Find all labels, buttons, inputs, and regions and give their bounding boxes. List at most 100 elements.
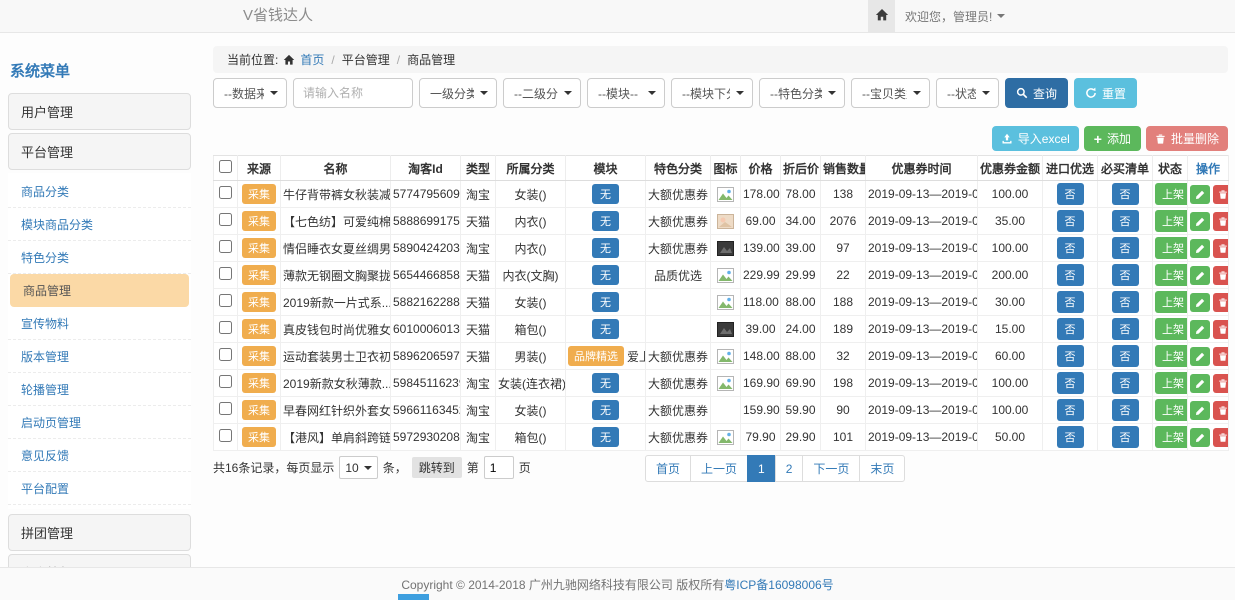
sidebar-item[interactable]: 轮播管理	[8, 373, 191, 406]
row-checkbox[interactable]	[219, 321, 232, 334]
delete-button[interactable]	[1213, 185, 1229, 204]
sidebar-group-header[interactable]: 省惠快报	[8, 554, 191, 567]
must-buy-toggle[interactable]: 否	[1112, 372, 1139, 394]
row-checkbox[interactable]	[219, 240, 232, 253]
import-select-toggle[interactable]: 否	[1057, 183, 1084, 205]
import-select-toggle[interactable]: 否	[1057, 237, 1084, 259]
delete-button[interactable]	[1213, 428, 1229, 447]
per-page-select[interactable]: 10	[339, 456, 377, 479]
sidebar-item[interactable]: 版本管理	[8, 340, 191, 373]
sidebar-group-header[interactable]: 拼团管理	[8, 514, 191, 551]
row-checkbox[interactable]	[219, 186, 232, 199]
import-select-toggle[interactable]: 否	[1057, 345, 1084, 367]
icp-link[interactable]: 粤ICP备16098006号	[724, 576, 833, 593]
status-toggle[interactable]: 上架	[1155, 318, 1188, 340]
page-button[interactable]: 上一页	[690, 455, 748, 482]
breadcrumb-home-link[interactable]: 首页	[300, 51, 324, 68]
status-toggle[interactable]: 上架	[1155, 210, 1188, 232]
delete-button[interactable]	[1213, 374, 1229, 393]
delete-button[interactable]	[1213, 212, 1229, 231]
jump-to-button[interactable]: 跳转到	[412, 457, 462, 478]
edit-button[interactable]	[1190, 293, 1210, 312]
filter-select[interactable]: 一级分类	[419, 78, 497, 108]
batch-delete-button[interactable]: 批量删除	[1146, 126, 1228, 151]
row-checkbox[interactable]	[219, 348, 232, 361]
page-button[interactable]: 1	[747, 455, 776, 482]
import-select-toggle[interactable]: 否	[1057, 399, 1084, 421]
must-buy-toggle[interactable]: 否	[1112, 318, 1139, 340]
must-buy-toggle[interactable]: 否	[1112, 210, 1139, 232]
import-excel-button[interactable]: 导入excel	[992, 126, 1079, 151]
name-search-input[interactable]	[293, 78, 413, 108]
page-button[interactable]: 2	[775, 455, 804, 482]
import-select-toggle[interactable]: 否	[1057, 318, 1084, 340]
sidebar-group-header[interactable]: 用户管理	[8, 93, 191, 130]
status-toggle[interactable]: 上架	[1155, 426, 1188, 448]
edit-button[interactable]	[1190, 401, 1210, 420]
sidebar-item[interactable]: 启动页管理	[8, 406, 191, 439]
filter-select[interactable]: --模块下分类--	[671, 78, 753, 108]
search-button[interactable]: 查询	[1005, 78, 1068, 108]
row-checkbox[interactable]	[219, 375, 232, 388]
page-button[interactable]: 末页	[859, 455, 905, 482]
row-checkbox[interactable]	[219, 402, 232, 415]
add-button[interactable]: + 添加	[1084, 126, 1141, 151]
edit-button[interactable]	[1190, 374, 1210, 393]
edit-button[interactable]	[1190, 212, 1210, 231]
import-select-toggle[interactable]: 否	[1057, 426, 1084, 448]
sidebar-item[interactable]: 商品管理	[10, 274, 189, 307]
select-all-checkbox[interactable]	[219, 160, 232, 173]
row-checkbox[interactable]	[219, 267, 232, 280]
edit-button[interactable]	[1190, 320, 1210, 339]
filter-select[interactable]: --特色分类--	[759, 78, 845, 108]
sidebar-item[interactable]: 商品分类	[8, 175, 191, 208]
import-select-toggle[interactable]: 否	[1057, 210, 1084, 232]
navbar-home-button[interactable]	[868, 0, 895, 32]
page-number-input[interactable]	[484, 456, 514, 479]
row-checkbox[interactable]	[219, 294, 232, 307]
filter-select[interactable]: --模块--	[587, 78, 665, 108]
reset-button[interactable]: 重置	[1074, 78, 1137, 108]
sidebar-item[interactable]: 模块商品分类	[8, 208, 191, 241]
sidebar-item[interactable]: 平台配置	[8, 472, 191, 505]
status-toggle[interactable]: 上架	[1155, 183, 1188, 205]
delete-button[interactable]	[1213, 320, 1229, 339]
filter-select[interactable]: --二级分类--	[503, 78, 581, 108]
status-toggle[interactable]: 上架	[1155, 372, 1188, 394]
filter-select[interactable]: --数据来源--	[213, 78, 287, 108]
page-button[interactable]: 下一页	[802, 455, 860, 482]
must-buy-toggle[interactable]: 否	[1112, 264, 1139, 286]
edit-button[interactable]	[1190, 239, 1210, 258]
edit-button[interactable]	[1190, 428, 1210, 447]
delete-button[interactable]	[1213, 293, 1229, 312]
delete-button[interactable]	[1213, 266, 1229, 285]
must-buy-toggle[interactable]: 否	[1112, 183, 1139, 205]
status-toggle[interactable]: 上架	[1155, 291, 1188, 313]
user-menu[interactable]: 欢迎您，管理员!	[905, 0, 1005, 32]
must-buy-toggle[interactable]: 否	[1112, 426, 1139, 448]
filter-select[interactable]: --宝贝类型--	[851, 78, 930, 108]
delete-button[interactable]	[1213, 239, 1229, 258]
must-buy-toggle[interactable]: 否	[1112, 291, 1139, 313]
status-toggle[interactable]: 上架	[1155, 237, 1188, 259]
edit-button[interactable]	[1190, 347, 1210, 366]
status-toggle[interactable]: 上架	[1155, 264, 1188, 286]
sidebar-group-header[interactable]: 平台管理	[8, 133, 191, 170]
import-select-toggle[interactable]: 否	[1057, 372, 1084, 394]
row-checkbox[interactable]	[219, 213, 232, 226]
edit-button[interactable]	[1190, 266, 1210, 285]
delete-button[interactable]	[1213, 401, 1229, 420]
sidebar-item[interactable]: 意见反馈	[8, 439, 191, 472]
import-select-toggle[interactable]: 否	[1057, 291, 1084, 313]
status-toggle[interactable]: 上架	[1155, 399, 1188, 421]
must-buy-toggle[interactable]: 否	[1112, 237, 1139, 259]
must-buy-toggle[interactable]: 否	[1112, 345, 1139, 367]
import-select-toggle[interactable]: 否	[1057, 264, 1084, 286]
row-checkbox[interactable]	[219, 429, 232, 442]
sidebar-item[interactable]: 特色分类	[8, 241, 191, 274]
must-buy-toggle[interactable]: 否	[1112, 399, 1139, 421]
filter-select[interactable]: --状态--	[936, 78, 999, 108]
status-toggle[interactable]: 上架	[1155, 345, 1188, 367]
delete-button[interactable]	[1213, 347, 1229, 366]
page-button[interactable]: 首页	[645, 455, 691, 482]
